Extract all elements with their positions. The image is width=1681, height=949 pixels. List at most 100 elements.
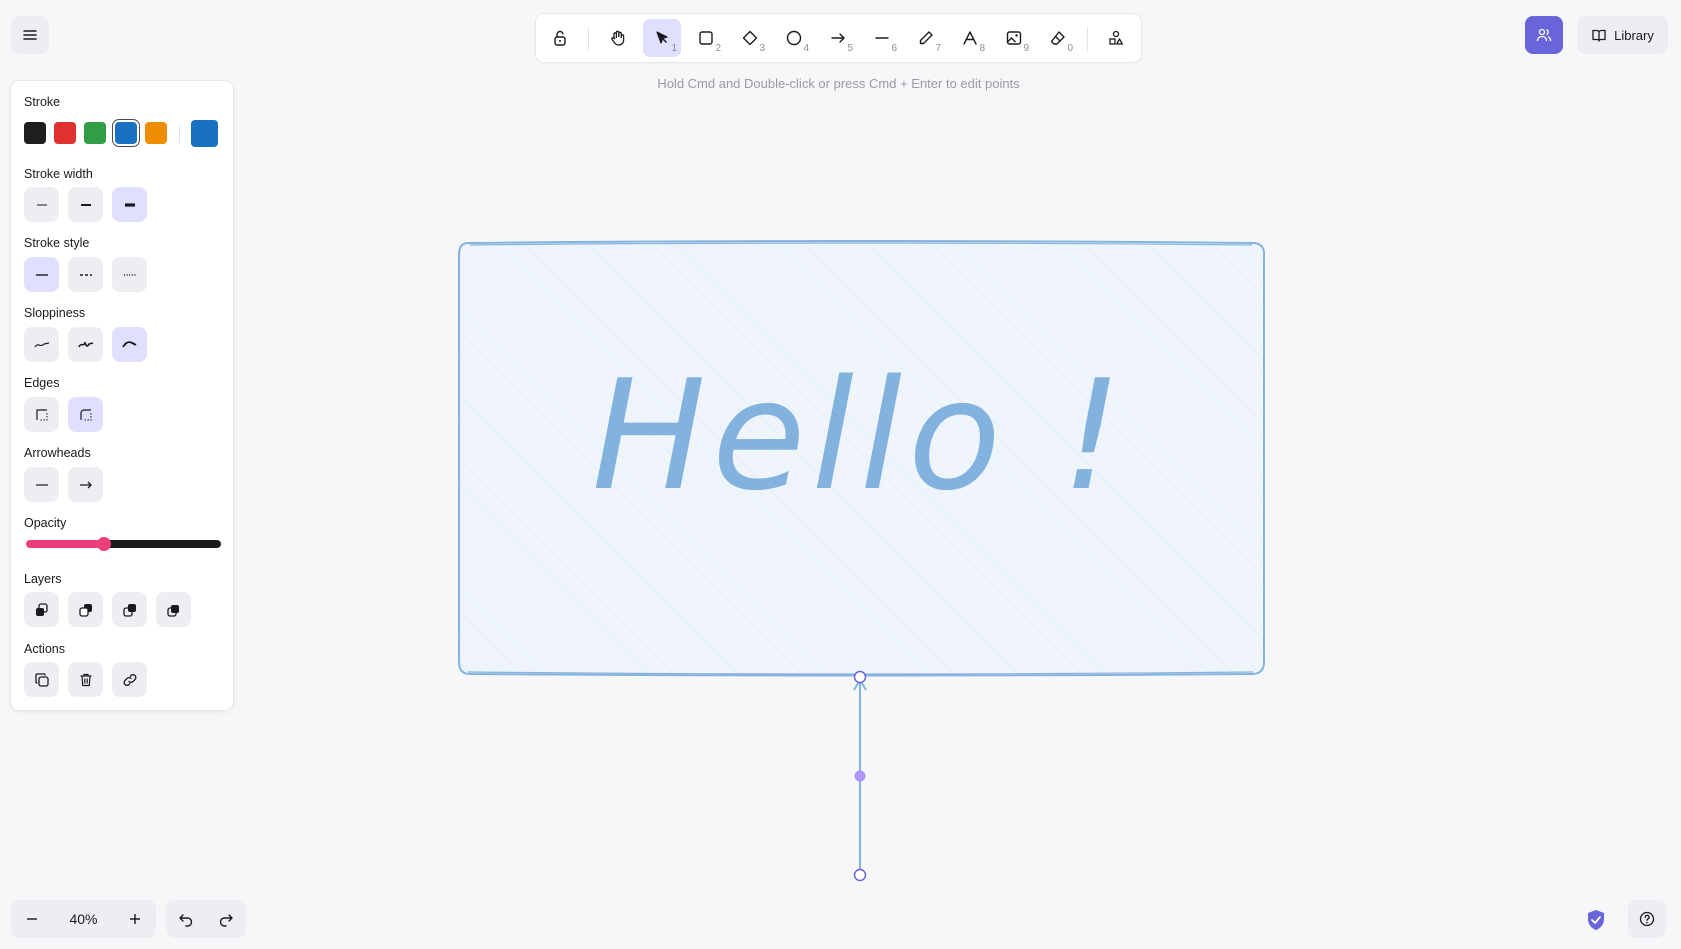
shortcut-label: 1: [671, 43, 677, 54]
stroke-width-bold[interactable]: [68, 187, 103, 222]
opacity-label: Opacity: [24, 516, 67, 530]
hand-icon: [609, 29, 627, 47]
edges-label: Edges: [24, 376, 60, 390]
rectangle-icon: [697, 29, 715, 47]
edges-round-icon: [78, 407, 94, 423]
stroke-style-solid[interactable]: [24, 257, 59, 292]
extra-tools-button[interactable]: [1097, 19, 1135, 57]
stroke-solid-icon: [34, 267, 50, 283]
sloppiness-artist-icon: [77, 337, 95, 353]
delete-button[interactable]: [68, 662, 103, 697]
lock-tool[interactable]: [541, 19, 579, 57]
duplicate-icon: [34, 672, 50, 688]
stroke-color-green[interactable]: [84, 122, 106, 144]
eraser-icon: [1049, 29, 1067, 47]
arrowhead-end-arrow[interactable]: [68, 467, 103, 502]
undo-button[interactable]: [166, 900, 206, 938]
stroke-dashed-icon: [78, 267, 94, 283]
bring-forward-icon: [122, 602, 138, 618]
drawing-canvas[interactable]: Hello !: [0, 0, 1681, 949]
arrow-icon: [829, 29, 847, 47]
image-tool[interactable]: 9: [995, 19, 1033, 57]
shortcut-label: 0: [1067, 43, 1073, 54]
edges-round[interactable]: [68, 397, 103, 432]
lock-open-icon: [551, 29, 569, 47]
bring-forward-button[interactable]: [112, 592, 147, 627]
library-label: Library: [1614, 27, 1654, 43]
stroke-color-black[interactable]: [24, 122, 46, 144]
text-tool[interactable]: 8: [951, 19, 989, 57]
book-icon: [1591, 27, 1607, 43]
help-button[interactable]: [1628, 900, 1666, 938]
text-icon: [961, 29, 979, 47]
rectangle-shape[interactable]: [458, 240, 1266, 677]
sloppiness-architect[interactable]: [24, 327, 59, 362]
arrowheads-label: Arrowheads: [24, 446, 91, 460]
main-menu-button[interactable]: [11, 16, 49, 54]
eraser-tool[interactable]: 0: [1039, 19, 1077, 57]
zoom-out-button[interactable]: [13, 900, 51, 938]
sloppiness-artist[interactable]: [68, 327, 103, 362]
edges-sharp[interactable]: [24, 397, 59, 432]
line-tool[interactable]: 6: [863, 19, 901, 57]
sloppiness-cartoonist[interactable]: [112, 327, 147, 362]
hello-text[interactable]: Hello !: [592, 347, 1129, 524]
collaborate-button[interactable]: [1525, 16, 1563, 54]
users-icon: [1536, 27, 1552, 43]
history-controls: [166, 900, 246, 938]
shortcut-label: 8: [979, 43, 985, 54]
zoom-level[interactable]: 40%: [51, 900, 116, 938]
arrowhead-arrow-icon: [78, 477, 94, 493]
selection-tool[interactable]: 1: [643, 19, 681, 57]
shortcut-label: 4: [803, 43, 809, 54]
stroke-width-thin[interactable]: [24, 187, 59, 222]
ellipse-tool[interactable]: 4: [775, 19, 813, 57]
stroke-label: Stroke: [24, 95, 61, 109]
library-button[interactable]: Library: [1577, 16, 1668, 54]
send-backward-button[interactable]: [68, 592, 103, 627]
stroke-color-orange[interactable]: [145, 122, 167, 144]
diamond-tool[interactable]: 3: [731, 19, 769, 57]
bring-to-front-button[interactable]: [156, 592, 191, 627]
arrow-shape[interactable]: [853, 678, 867, 875]
stroke-thin-icon: [34, 197, 50, 213]
draw-tool[interactable]: 7: [907, 19, 945, 57]
opacity-slider-thumb[interactable]: [97, 537, 111, 551]
encryption-shield-icon[interactable]: [1581, 905, 1611, 935]
redo-button[interactable]: [206, 900, 246, 938]
arrow-midpoint-handle[interactable]: [854, 770, 866, 782]
sloppiness-architect-icon: [33, 337, 51, 353]
image-icon: [1005, 29, 1023, 47]
stroke-color-red[interactable]: [54, 122, 76, 144]
stroke-width-extra-bold[interactable]: [112, 187, 147, 222]
shapes-icon: [1107, 29, 1125, 47]
hand-tool[interactable]: [599, 19, 637, 57]
arrow-end-handle[interactable]: [853, 868, 867, 882]
stroke-style-dashed[interactable]: [68, 257, 103, 292]
stroke-bold-icon: [78, 197, 94, 213]
actions-label: Actions: [24, 642, 65, 656]
plus-icon: [128, 912, 142, 926]
link-button[interactable]: [112, 662, 147, 697]
arrowhead-start-none[interactable]: [24, 467, 59, 502]
zoom-in-button[interactable]: [116, 900, 154, 938]
sloppiness-cartoonist-icon: [121, 337, 139, 353]
shortcut-label: 7: [935, 43, 941, 54]
minus-icon: [25, 912, 39, 926]
opacity-slider[interactable]: [26, 540, 221, 548]
arrowhead-none-icon: [34, 477, 50, 493]
rectangle-tool[interactable]: 2: [687, 19, 725, 57]
link-icon: [122, 672, 138, 688]
arrow-start-handle[interactable]: [853, 670, 867, 684]
current-stroke-color[interactable]: [191, 120, 218, 147]
help-icon: [1639, 911, 1655, 927]
stroke-style-dotted[interactable]: [112, 257, 147, 292]
layers-label: Layers: [24, 572, 62, 586]
properties-panel: Stroke Stroke width Stroke style Sloppin…: [11, 81, 233, 710]
bring-to-front-icon: [166, 602, 182, 618]
shortcut-label: 9: [1023, 43, 1029, 54]
duplicate-button[interactable]: [24, 662, 59, 697]
send-to-back-button[interactable]: [24, 592, 59, 627]
arrow-tool[interactable]: 5: [819, 19, 857, 57]
stroke-color-blue[interactable]: [115, 122, 137, 144]
